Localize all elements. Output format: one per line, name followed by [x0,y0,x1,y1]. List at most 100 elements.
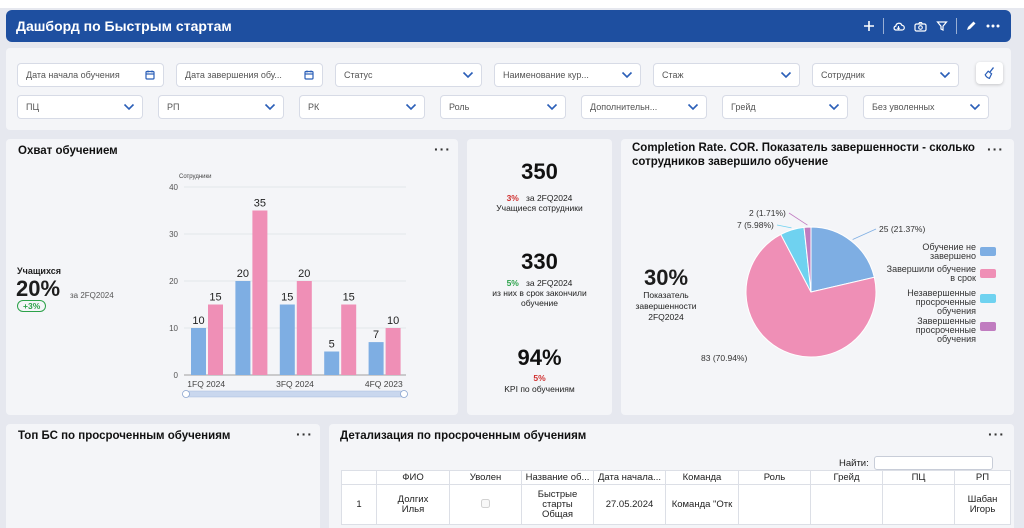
legend-label: обучения [936,334,976,344]
coverage-label: Учащихся [17,266,61,276]
coverage-delta-badge: +3% [17,300,47,312]
bar [208,304,223,375]
legend-item[interactable]: Завершили обучение в срок [867,265,976,283]
col-role[interactable]: Роль [738,470,811,485]
y-tick-label: 40 [169,183,178,192]
filter-label: РК [308,102,320,112]
date-start-filter[interactable]: Дата начала обучения [18,64,163,86]
legend-item[interactable]: Незавершенные просроченные обучения [867,289,976,316]
col-pc[interactable]: ПЦ [882,470,955,485]
filter-row-2: ПЦ РП РК Роль Дополнительн... Грейд Без … [18,96,988,118]
search-input[interactable] [874,456,993,470]
coverage-panel: Охват обучением ··· Учащихся 20% за 2FQ2… [6,139,458,415]
pie-slice-label: 2 (1.71%) [749,208,786,218]
range-handle [182,390,190,398]
legend-swatch [980,269,996,278]
cell-rp: Шабан Игорь [954,484,1011,525]
bar [368,342,384,375]
employee-filter[interactable]: Сотрудник [813,64,958,86]
filter-label: Статус [344,70,373,80]
finished-period: за 2FQ2024 [525,278,573,288]
filter-label: Без уволенных [872,102,935,112]
legend-item[interactable]: Завершенные просроченные обучения [867,317,976,344]
additional-filter[interactable]: Дополнительн... [582,96,706,118]
role-filter[interactable]: Роль [441,96,565,118]
filter-label: ПЦ [26,102,40,112]
experience-filter[interactable]: Стаж [654,64,799,86]
chevron-down-icon [462,71,474,79]
chevron-down-icon [123,103,135,111]
bar-value-label: 10 [387,315,399,327]
cell-team: Команда "Отк [665,484,739,525]
rp-filter[interactable]: РП [159,96,283,118]
table-row[interactable]: 1 Долгих Илья Быстрые старты Общая 27.05.20… [341,484,1011,525]
legend-item[interactable]: Обучение не завершено [867,243,976,261]
bar-value-label: 15 [343,292,355,304]
header-separator [883,18,884,34]
col-course[interactable]: Название об... [521,470,594,485]
filter-row-1: Дата начала обучения Дата завершения обу… [18,64,958,86]
bar-value-label: 7 [373,329,379,341]
more-icon[interactable]: ··· [987,142,1004,156]
chevron-down-icon [828,103,840,111]
plus-icon[interactable] [861,18,877,34]
clear-filters-button[interactable] [976,62,1003,84]
col-rp[interactable]: РП [954,470,1011,485]
more-icon[interactable]: ··· [434,142,451,156]
pc-filter[interactable]: ПЦ [18,96,142,118]
chevron-down-icon [939,71,951,79]
course-name-filter[interactable]: Наименование кур... [495,64,640,86]
pen-icon[interactable] [963,18,979,34]
bar-value-label: 35 [254,198,266,210]
rk-filter[interactable]: РК [300,96,424,118]
filter-label: Грейд [731,102,756,112]
filter-label: Дополнительн... [590,102,658,112]
y-tick-label: 30 [169,230,178,239]
legend-swatch [980,322,996,331]
chevron-down-icon [969,103,981,111]
col-num[interactable] [341,470,377,485]
y-tick-label: 0 [174,371,179,380]
coverage-title: Охват обучением [18,145,118,157]
col-grade[interactable]: Грейд [810,470,883,485]
filter-label: Дата завершения обу... [185,70,282,80]
bar [279,304,295,375]
details-table: ФИО Уволен Название об... Дата начала...… [341,470,1011,525]
calendar-icon [304,70,314,80]
completion-panel: Completion Rate. COR. Показатель заверше… [621,139,1014,415]
y-tick-label: 10 [169,324,178,333]
dashboard-header: Дашборд по Быстрым стартам [6,10,1011,42]
filter-label: Дата начала обучения [26,70,120,80]
students-label: Учащиеся сотрудники [496,203,583,213]
col-start-date[interactable]: Дата начала... [593,470,666,485]
without-fired-filter[interactable]: Без уволенных [864,96,988,118]
filter-label: Роль [449,102,470,112]
more-icon[interactable]: ··· [988,427,1005,441]
cloud-icon[interactable] [890,18,906,34]
status-filter[interactable]: Статус [336,64,481,86]
x-tick-label: 4FQ 2023 [365,379,403,389]
camera-icon[interactable] [912,18,928,34]
date-end-filter[interactable]: Дата завершения обу... [177,64,322,86]
header-separator [956,18,957,34]
range-slider [185,390,405,398]
col-fio[interactable]: ФИО [376,470,450,485]
more-icon[interactable] [985,18,1001,34]
pie-label-line [776,224,792,229]
bar [252,210,268,375]
bar-value-label: 5 [329,339,335,351]
bar [296,281,312,375]
chevron-down-icon [405,103,417,111]
filter-icon[interactable] [934,18,950,34]
completion-label-3: 2FQ2024 [648,312,684,322]
completion-title-1: Completion Rate. COR. Показатель заверше… [632,142,975,154]
fired-checkbox [481,498,490,508]
kpi-label: KPI по обучениям [504,384,575,394]
grade-filter[interactable]: Грейд [723,96,847,118]
col-team[interactable]: Команда [665,470,739,485]
more-icon[interactable]: ··· [296,427,313,441]
filter-label: Наименование кур... [503,70,589,80]
bar-value-label: 15 [209,292,221,304]
col-fired[interactable]: Уволен [449,470,522,485]
completion-label-2: завершенности [635,301,697,311]
